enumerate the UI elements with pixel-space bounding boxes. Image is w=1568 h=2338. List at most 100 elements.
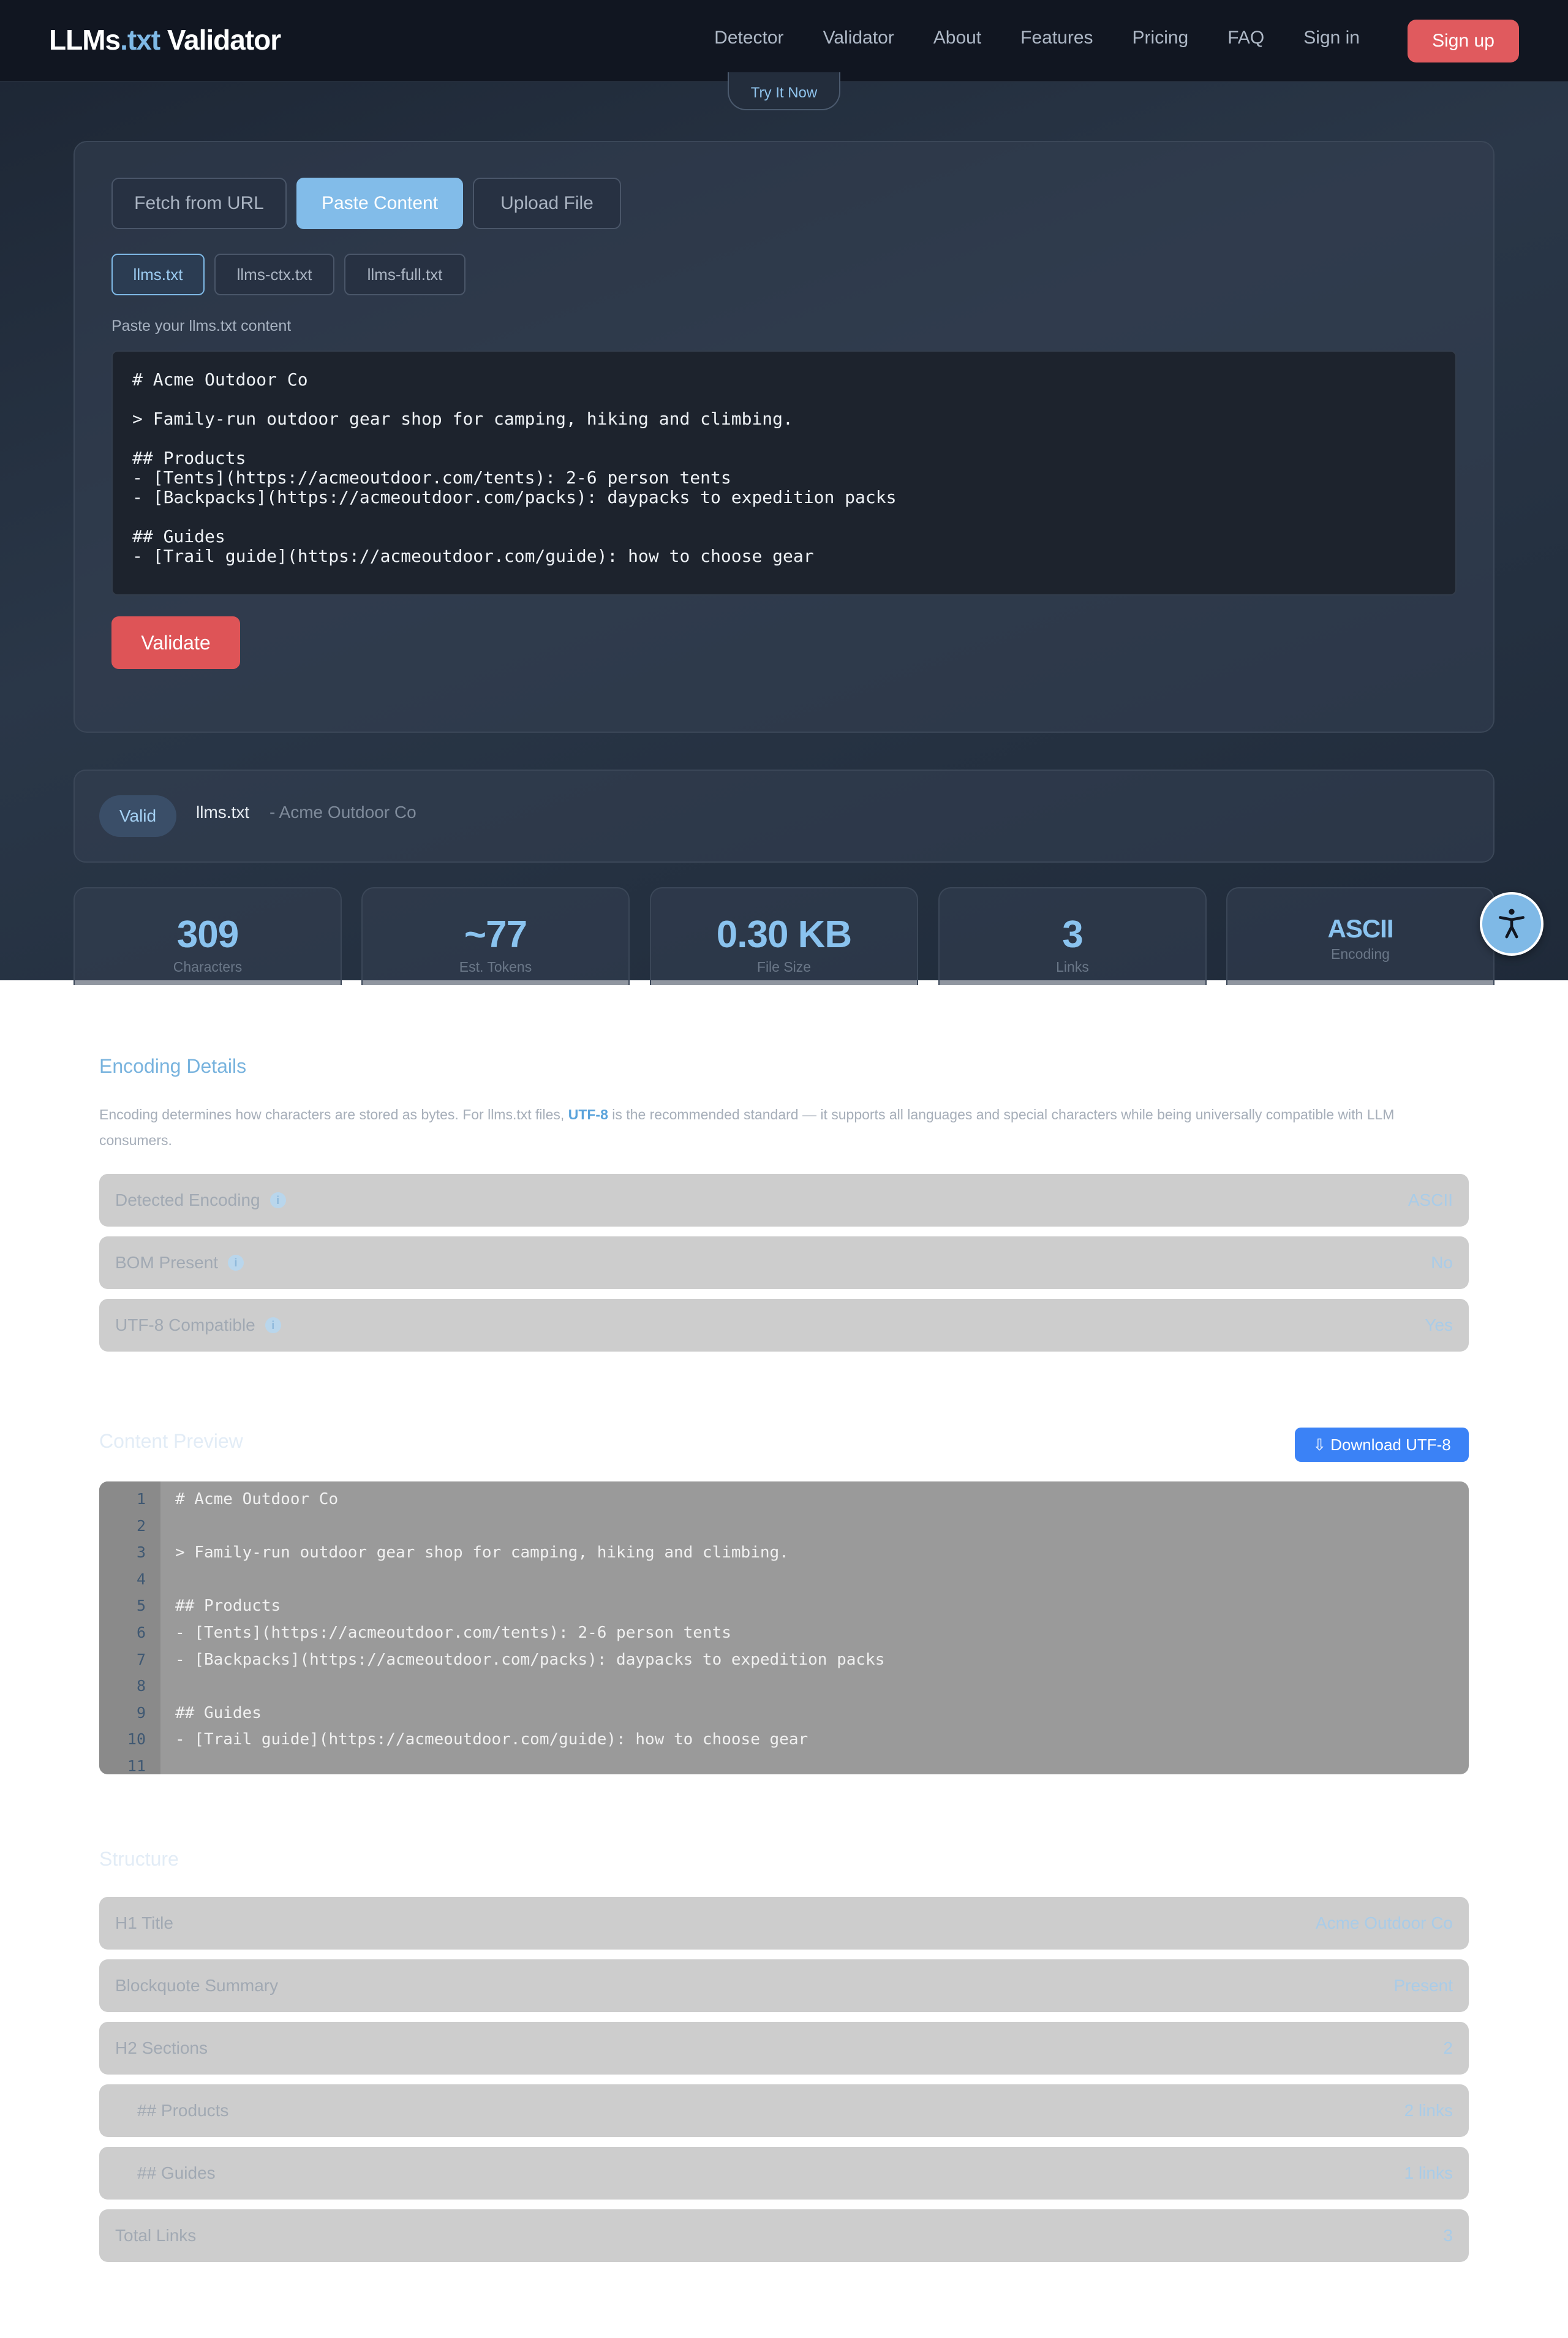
file-tab-llms-txt[interactable]: llms.txt: [111, 254, 205, 295]
info-icon[interactable]: i: [270, 1192, 286, 1208]
stat-value: ~77: [464, 914, 527, 956]
encoding-row-bom: BOM Present i No: [99, 1236, 1469, 1289]
stat-label: Characters: [173, 959, 243, 975]
row-label: Total Links: [115, 2226, 197, 2245]
row-label: Blockquote Summary: [115, 1976, 279, 1995]
brand-logo[interactable]: LLMs.txt Validator: [49, 23, 281, 56]
stat-value: ASCII: [1327, 914, 1393, 943]
nav-link-validator[interactable]: Validator: [823, 28, 894, 48]
stat-encoding: ASCII Encoding: [1226, 887, 1494, 985]
stat-tokens: ~77 Est. Tokens: [361, 887, 630, 985]
row-label: ## Guides: [137, 2163, 216, 2182]
encoding-row-utf8: UTF-8 Compatible i Yes: [99, 1299, 1469, 1352]
row-value: 2: [1443, 2038, 1453, 2057]
file-tab-llms-full-txt[interactable]: llms-full.txt: [344, 254, 466, 295]
structure-row-guides: ## Guides 1 links: [99, 2147, 1469, 2200]
code-line: - [Backpacks](https://acmeoutdoor.com/pa…: [175, 1650, 885, 1669]
content-textarea[interactable]: # Acme Outdoor Co > Family-run outdoor g…: [111, 350, 1457, 596]
code-line: ## Products: [175, 1597, 281, 1616]
row-value: ASCII: [1408, 1190, 1453, 1209]
line-number: 8: [136, 1677, 146, 1695]
signup-button[interactable]: Sign up: [1408, 20, 1519, 62]
line-number: 1: [136, 1490, 146, 1508]
row-label: ## Products: [137, 2101, 229, 2120]
nav-link-sign-in[interactable]: Sign in: [1303, 28, 1360, 48]
stat-label: Links: [1056, 959, 1089, 975]
info-icon[interactable]: i: [265, 1317, 281, 1333]
stat-links: 3 Links: [938, 887, 1207, 985]
line-number: 4: [136, 1570, 146, 1588]
row-label: UTF-8 Compatible i: [115, 1315, 281, 1335]
encoding-description: Encoding determines how characters are s…: [99, 1102, 1465, 1153]
row-value: No: [1431, 1253, 1453, 1272]
row-value: 3: [1443, 2226, 1453, 2245]
row-value: 2 links: [1404, 2101, 1453, 2120]
row-label-text: Detected Encoding: [115, 1190, 260, 1209]
try-it-now-button[interactable]: Try It Now: [728, 72, 840, 110]
line-number: 5: [136, 1597, 146, 1615]
accessibility-icon: [1499, 909, 1525, 939]
preview-section-title: Content Preview: [99, 1430, 243, 1452]
tab-fetch-from-url[interactable]: Fetch from URL: [111, 178, 287, 229]
content-preview-code: 1 # Acme Outdoor Co 2 3 > Family-run outdoor…: [99, 1481, 1469, 1774]
row-value: 1 links: [1404, 2163, 1453, 2182]
line-number: 7: [136, 1650, 146, 1668]
stat-value: 0.30 KB: [716, 914, 852, 956]
structure-row-total-links: Total Links 3: [99, 2209, 1469, 2262]
row-value: Acme Outdoor Co: [1315, 1913, 1453, 1932]
row-label: H1 Title: [115, 1913, 173, 1932]
stat-file-size: 0.30 KB File Size: [650, 887, 918, 985]
row-label: H2 Sections: [115, 2038, 208, 2057]
line-number: 2: [136, 1516, 146, 1535]
file-tab-llms-ctx-txt[interactable]: llms-ctx.txt: [214, 254, 334, 295]
stat-label: File Size: [756, 959, 812, 975]
encoding-section-title: Encoding Details: [99, 1055, 247, 1077]
code-line: # Acme Outdoor Co: [175, 1490, 339, 1508]
stat-label: Est. Tokens: [459, 959, 532, 975]
info-icon[interactable]: i: [228, 1255, 244, 1271]
nav-links: Detector Validator About Features Pricin…: [675, 0, 1360, 76]
tab-paste-content[interactable]: Paste Content: [296, 178, 463, 229]
line-number: 10: [127, 1730, 146, 1749]
brand-prefix: LLMs: [49, 24, 121, 56]
row-label-text: BOM Present: [115, 1253, 219, 1272]
line-number: 9: [136, 1703, 146, 1722]
paste-label: Paste your llms.txt content: [111, 317, 292, 335]
encoding-desc-highlight: UTF-8: [568, 1107, 608, 1122]
status-badge: Valid: [99, 795, 176, 837]
top-navbar: LLMs.txt Validator Detector Validator Ab…: [0, 0, 1568, 82]
row-label: BOM Present i: [115, 1253, 244, 1273]
status-file-name: llms.txt: [196, 803, 250, 822]
download-utf8-button[interactable]: ⇩ Download UTF-8: [1295, 1428, 1469, 1462]
code-line: - [Trail guide](https://acmeoutdoor.com/…: [175, 1730, 809, 1749]
tab-upload-file[interactable]: Upload File: [473, 178, 621, 229]
structure-row-h1: H1 Title Acme Outdoor Co: [99, 1897, 1469, 1950]
stat-label: Encoding: [1331, 946, 1390, 962]
structure-row-products: ## Products 2 links: [99, 2084, 1469, 2137]
stat-characters: 309 Characters: [74, 887, 342, 985]
code-line: > Family-run outdoor gear shop for campi…: [175, 1543, 789, 1562]
code-line: - [Tents](https://acmeoutdoor.com/tents)…: [175, 1624, 731, 1642]
structure-row-h2: H2 Sections 2: [99, 2022, 1469, 2075]
structure-section-title: Structure: [99, 1848, 179, 1870]
row-value: Present: [1393, 1976, 1453, 1995]
line-number: 6: [136, 1624, 146, 1641]
nav-link-pricing[interactable]: Pricing: [1133, 28, 1189, 48]
line-number: 11: [127, 1757, 146, 1774]
validate-button[interactable]: Validate: [111, 616, 240, 669]
nav-link-about[interactable]: About: [933, 28, 981, 48]
stat-value: 309: [176, 914, 239, 956]
nav-link-detector[interactable]: Detector: [714, 28, 783, 48]
structure-row-blockquote: Blockquote Summary Present: [99, 1959, 1469, 2012]
brand-accent: .txt: [120, 24, 160, 56]
encoding-desc-text: Encoding determines how characters are s…: [99, 1107, 568, 1122]
nav-link-faq[interactable]: FAQ: [1227, 28, 1264, 48]
line-number: 3: [136, 1543, 146, 1562]
accessibility-button[interactable]: [1480, 892, 1544, 956]
code-line: ## Guides: [175, 1703, 262, 1722]
encoding-row-detected: Detected Encoding i ASCII: [99, 1174, 1469, 1227]
stat-value: 3: [1062, 914, 1083, 956]
status-site-name: - Acme Outdoor Co: [270, 803, 417, 822]
nav-link-features[interactable]: Features: [1020, 28, 1093, 48]
row-value: Yes: [1425, 1315, 1453, 1334]
